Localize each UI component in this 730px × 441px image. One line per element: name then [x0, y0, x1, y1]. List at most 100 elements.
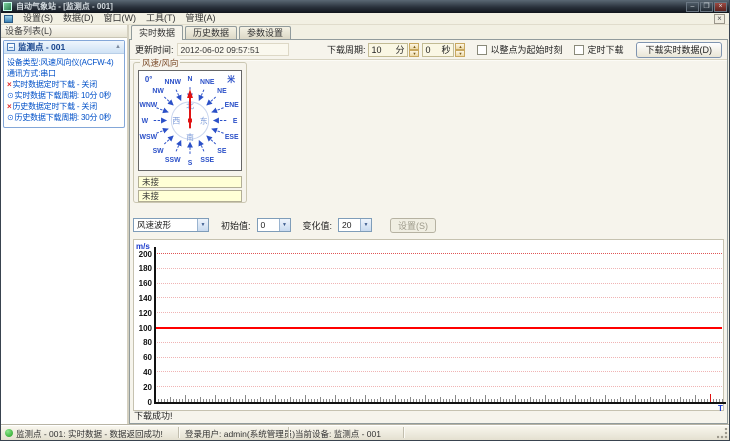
time-ruler-tick: [458, 399, 459, 402]
seconds-input-box: 秒: [422, 42, 455, 57]
menu-item-5[interactable]: 管理(A): [181, 13, 221, 24]
clock-icon: ⊙: [7, 91, 14, 100]
time-ruler-tick: [278, 399, 279, 402]
time-ruler-tick: [197, 399, 198, 402]
statusbar-separator: [403, 427, 404, 438]
gridline: [154, 282, 722, 284]
status-message: 监测点 - 001: 实时数据 - 数据返回成功!: [16, 429, 163, 439]
menu-bar: 设置(S) 数据(D) 窗口(W) 工具(T) 管理(A) ×: [1, 13, 729, 25]
checkbox-start-on-hour-box[interactable]: [477, 44, 488, 55]
time-ruler-tick: [341, 399, 342, 402]
time-ruler-tick: [548, 399, 549, 402]
minutes-input[interactable]: [371, 44, 395, 55]
svg-text:SW: SW: [153, 148, 165, 155]
time-ruler-tick: [482, 399, 483, 402]
tab-content: 更新时间: 2012-06-02 09:57:51 下载周期: 分 ▲▼ 秒: [129, 39, 728, 424]
tab-1[interactable]: 实时数据: [131, 25, 184, 40]
time-ruler-tick: [686, 399, 687, 402]
time-ruler-tick: [635, 395, 636, 402]
time-ruler-tick: [290, 397, 291, 402]
time-ruler-tick: [626, 399, 627, 402]
time-ruler-tick: [584, 399, 585, 402]
device-panel[interactable]: 监测点 - 001 ▲ 设备类型:风速风向仪(ACFW-4) 通讯方式:串口 ×实时…: [3, 40, 125, 128]
time-ruler-tick: [605, 395, 606, 402]
minutes-spinner[interactable]: ▲ ▼: [409, 42, 420, 57]
time-ruler-tick: [656, 399, 657, 402]
minimize-button[interactable]: –: [686, 1, 699, 12]
gridline: [154, 356, 722, 358]
y-tick-label: 160: [138, 279, 152, 289]
time-ruler-tick: [593, 399, 594, 402]
checkbox-timed-download-box[interactable]: [574, 44, 585, 55]
wind-direction-value: 未接: [138, 190, 242, 202]
wind-group: 风速/风向 N NNE NE ENE E ESE SE SSE S SSW SW WSW W WNW NW N…: [133, 57, 247, 203]
svg-text:ENE: ENE: [225, 102, 240, 109]
time-ruler-tick: [296, 399, 297, 402]
time-ruler-tick: [161, 399, 162, 402]
waveform-select-value: 风速波形: [137, 220, 172, 230]
svg-text:米: 米: [227, 74, 235, 84]
time-ruler-tick: [431, 399, 432, 402]
seconds-input[interactable]: [425, 44, 441, 55]
svg-text:SSE: SSE: [200, 157, 214, 164]
toolbar-row: 更新时间: 2012-06-02 09:57:51 下载周期: 分 ▲▼ 秒: [130, 40, 727, 59]
mdi-close-icon[interactable]: ×: [714, 13, 725, 24]
status-device: 当前设备: 监测点 - 001: [295, 429, 381, 439]
initial-value-select[interactable]: 0 ▼: [256, 218, 291, 232]
chart-plot-area: 0 20 40 60 80 100 120 140 160 180 200 m/s T: [134, 240, 726, 413]
time-ruler-tick: [683, 399, 684, 402]
svg-text:E: E: [233, 118, 238, 125]
time-ruler-tick: [479, 399, 480, 402]
time-ruler-tick: [455, 395, 456, 402]
time-ruler-tick: [464, 399, 465, 402]
seconds-spinner[interactable]: ▲ ▼: [455, 42, 466, 57]
download-period-label: 下载周期:: [326, 45, 366, 55]
checkbox-timed-download[interactable]: 定时下载: [574, 43, 624, 56]
time-ruler-tick: [566, 399, 567, 402]
change-value-select[interactable]: 20 ▼: [338, 218, 373, 232]
pin-icon[interactable]: ▲: [115, 44, 121, 50]
tab-2[interactable]: 历史数据: [185, 26, 238, 39]
time-ruler-tick: [314, 399, 315, 402]
device-panel-header[interactable]: 监测点 - 001 ▲: [4, 41, 124, 54]
device-info-text: 实时数据定时下载 - 关闭: [12, 80, 97, 89]
menu-item-3[interactable]: 窗口(W): [99, 13, 142, 24]
time-ruler-tick: [530, 397, 531, 402]
menu-item-4[interactable]: 工具(T): [141, 13, 181, 24]
seconds-stepper: 秒 ▲▼: [422, 42, 466, 57]
gridline: [154, 312, 722, 314]
close-button[interactable]: ×: [714, 1, 727, 12]
time-ruler-tick: [164, 399, 165, 402]
time-ruler-tick: [173, 399, 174, 402]
change-value-label: 变化值:: [302, 220, 333, 231]
time-ruler-tick: [647, 399, 648, 402]
resize-grip[interactable]: [717, 428, 728, 439]
menu-item-1[interactable]: 设置(S): [18, 13, 58, 24]
time-ruler-tick: [209, 399, 210, 402]
time-ruler-tick: [311, 399, 312, 402]
chevron-down-icon[interactable]: ▼: [360, 219, 372, 231]
minutes-input-box: 分: [368, 42, 409, 57]
menu-item-2[interactable]: 数据(D): [58, 13, 99, 24]
download-realtime-button[interactable]: 下载实时数据(D): [635, 41, 722, 58]
svg-text:西: 西: [172, 116, 180, 125]
svg-text:N: N: [188, 76, 193, 83]
device-info-text: 历史数据下载周期: 30分 0秒: [14, 113, 112, 122]
tab-3[interactable]: 参数设置: [239, 26, 292, 39]
gridline: [154, 267, 722, 269]
checkbox-start-on-hour[interactable]: 以整点为起始时刻: [477, 43, 562, 56]
statusbar-separator: [178, 427, 179, 438]
device-info-text: 设备类型:风速风向仪(ACFW-4): [7, 58, 114, 67]
window-title: 自动气象站 - [监测点 - 001]: [16, 2, 113, 11]
tab-strip: 实时数据 历史数据 参数设置: [131, 25, 292, 40]
gridline: [154, 297, 722, 299]
chevron-down-icon[interactable]: ▼: [278, 219, 290, 231]
settings-button[interactable]: 设置(S): [390, 217, 437, 233]
device-info-line: ×实时数据定时下载 - 关闭: [7, 79, 123, 90]
time-ruler-tick: [488, 399, 489, 402]
title-bar: 自动气象站 - [监测点 - 001] – ❐ ×: [1, 0, 729, 13]
time-ruler-tick: [386, 399, 387, 402]
chevron-down-icon[interactable]: ▼: [197, 219, 208, 231]
maximize-button[interactable]: ❐: [700, 1, 713, 12]
waveform-select[interactable]: 风速波形 ▼: [133, 218, 209, 232]
